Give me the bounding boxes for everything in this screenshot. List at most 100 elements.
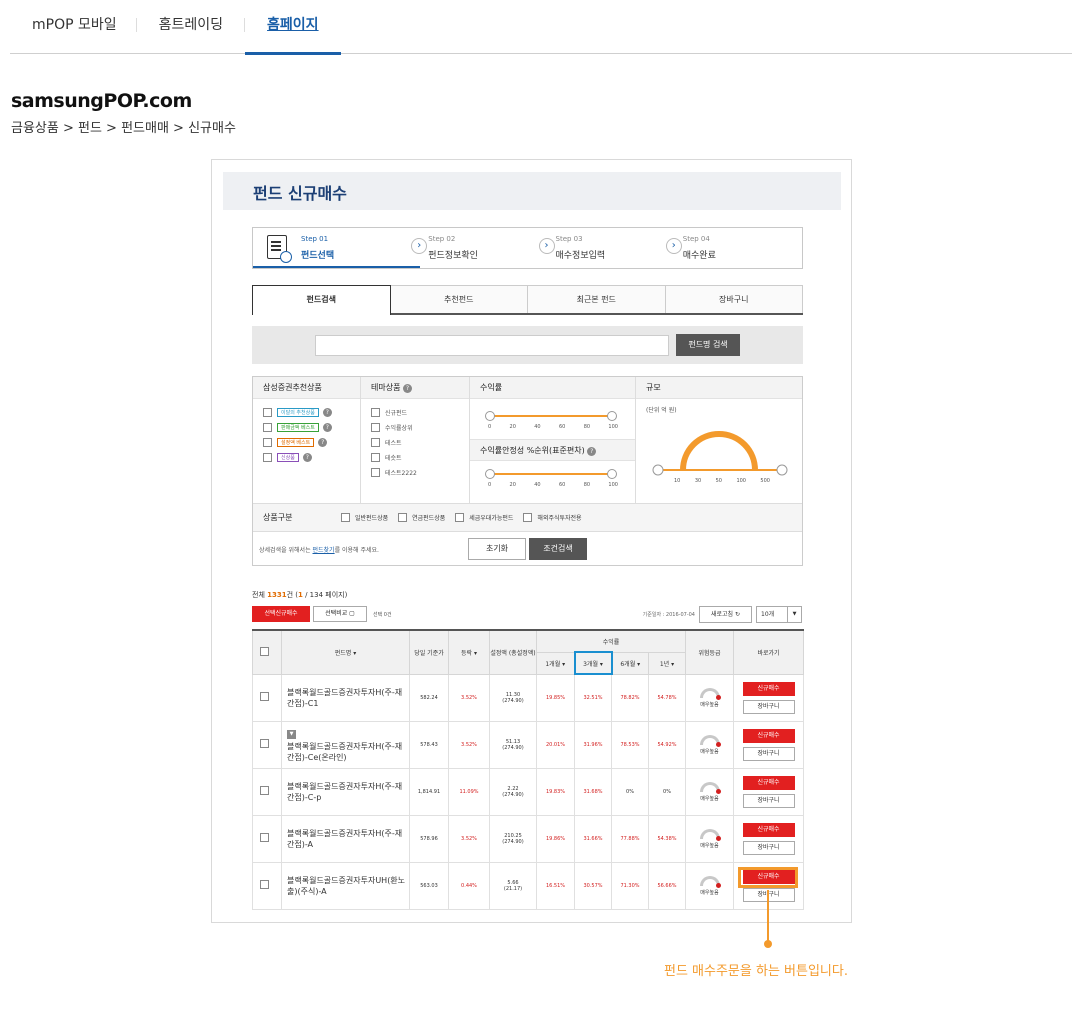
tick-label: 20 [509, 482, 516, 488]
fund-name-link[interactable]: 블랙록월드골드증권자투자UH(환노출)(주식)-A [287, 876, 405, 896]
row-checkbox[interactable] [260, 739, 269, 748]
tab-recent-funds[interactable]: 최근본 펀드 [528, 285, 666, 313]
tab-recommended-funds[interactable]: 추천펀드 [390, 285, 528, 313]
compare-selected-button[interactable]: 선택비교 ▢ [313, 606, 367, 622]
amount-cell: 11.30 (274.90) [489, 673, 537, 722]
stability-slider[interactable]: 0 20 40 60 80 100 [485, 469, 618, 489]
slider-handle-max[interactable] [607, 411, 617, 421]
tab-cart[interactable]: 장바구니 [665, 285, 803, 313]
option-label: 세금우대가능펀드 [469, 515, 514, 522]
product-type-option[interactable]: 해외주식투자전용 [523, 513, 582, 522]
slider-handle-min[interactable] [485, 469, 495, 479]
return-3m-cell: 32.51% [574, 673, 612, 722]
row-checkbox[interactable] [260, 692, 269, 701]
nav-cell: 563.03 [409, 861, 449, 910]
return-6m-cell: 71.30% [611, 861, 649, 910]
checkbox[interactable] [371, 468, 380, 477]
header-1y[interactable]: 1년 ▾ [648, 651, 686, 675]
header-amount[interactable]: 설정액 (총설정액) [489, 629, 537, 675]
checkbox[interactable] [263, 408, 272, 417]
badge-icon: ▼ [287, 729, 296, 739]
help-icon[interactable]: ? [587, 447, 597, 456]
checkbox[interactable] [263, 423, 272, 432]
new-buy-button[interactable]: 신규매수 [742, 681, 795, 696]
size-gauge[interactable] [636, 411, 802, 481]
risk-label: 매우높음 [700, 795, 719, 802]
new-buy-button[interactable]: 신규매수 [742, 728, 795, 743]
checkbox[interactable] [398, 513, 408, 522]
fund-name-search-button[interactable]: 펀드명 검색 [676, 334, 740, 356]
detail-row: 상세검색을 위해서는 펀드찾기를 이용해 주세요. 초기화 조건검색 [253, 531, 802, 565]
add-to-cart-button[interactable]: 장바구니 [742, 699, 795, 714]
row-checkbox[interactable] [260, 880, 269, 889]
slider-handle-min[interactable] [485, 411, 495, 421]
fund-name-input[interactable] [315, 335, 669, 356]
add-to-cart-button[interactable]: 장바구니 [742, 840, 795, 855]
callout-dot [764, 940, 772, 948]
breadcrumb: 금융상품 > 펀드 > 펀드매매 > 신규매수 [11, 121, 236, 136]
header-change[interactable]: 등락 ▾ [448, 629, 490, 675]
new-buy-button[interactable]: 신규매수 [742, 775, 795, 790]
fund-name-link[interactable]: 블랙록월드골드증권자투자H(주-재간접)-C-p [287, 782, 402, 802]
checkbox[interactable] [341, 513, 350, 522]
checkbox[interactable] [523, 513, 533, 522]
amount-total: (21.17) [503, 885, 523, 892]
option-label: 해외주식투자전용 [537, 515, 582, 522]
reset-button[interactable]: 초기화 [468, 538, 526, 560]
help-icon[interactable]: ? [322, 423, 332, 432]
row-checkbox[interactable] [260, 833, 269, 842]
row-checkbox[interactable] [260, 786, 269, 795]
step-4: › Step 04 매수완료 [665, 228, 802, 268]
new-buy-button[interactable]: 신규매수 [742, 822, 795, 837]
refresh-button[interactable]: 새로고침 ↻ [699, 606, 752, 623]
product-type-label: 상품구분 [263, 513, 293, 522]
checkbox[interactable] [455, 513, 465, 522]
filter-item: 설정액 베스트? [253, 435, 360, 450]
amount-total: (274.90) [502, 744, 524, 751]
product-type-row: 상품구분 일반펀드상품 연금펀드상품 세금우대가능펀드 해외주식투자전용 [253, 503, 802, 531]
condition-search-button[interactable]: 조건검색 [529, 538, 587, 560]
return-slider[interactable]: 0 20 40 60 80 100 [485, 411, 618, 431]
product-type-option[interactable]: 연금펀드상품 [398, 513, 445, 522]
risk-cell: 매우높음 [685, 720, 734, 769]
help-icon[interactable]: ? [322, 408, 332, 417]
help-icon[interactable]: ? [302, 453, 312, 462]
checkbox[interactable] [371, 408, 380, 417]
fund-name-link[interactable]: 블랙록월드골드증권자투자H(주-재간접)-C1 [287, 688, 402, 708]
tab-fund-search[interactable]: 펀드검색 [252, 285, 391, 315]
checkbox[interactable] [371, 438, 380, 447]
help-icon[interactable]: ? [403, 384, 412, 393]
product-type-option[interactable]: 일반펀드상품 [341, 513, 388, 522]
fund-name-link[interactable]: 블랙록월드골드증권자투자H(주-재간접)-Ce(온라인) [287, 742, 402, 762]
tab-home-trading[interactable]: 홈트레이딩 [137, 0, 246, 53]
slider-handle-max[interactable] [607, 469, 617, 479]
checkbox[interactable] [263, 438, 272, 447]
tab-homepage[interactable]: 홈페이지 [245, 0, 341, 55]
header-risk: 위험등급 [685, 629, 734, 675]
tab-mpop-mobile[interactable]: mPOP 모바일 [10, 0, 137, 53]
header-1m[interactable]: 1개월 ▾ [536, 651, 575, 675]
checkbox[interactable] [371, 453, 380, 462]
nav-cell: 578.96 [409, 814, 449, 863]
add-to-cart-button[interactable]: 장바구니 [742, 746, 795, 761]
page-size-select[interactable]: 10개 [756, 606, 802, 623]
change-cell: 3.52% [448, 814, 490, 863]
step-number: Step 03 [555, 235, 583, 243]
row-select-cell [252, 861, 282, 910]
buy-selected-button[interactable]: 선택신규매수 [252, 606, 310, 622]
filter-panel: 삼성증권추천상품 이달의 추천상품? 판매금액 베스트? 설정액 베스트? 신상… [252, 376, 803, 566]
help-icon[interactable]: ? [318, 438, 328, 447]
filter-heading-label: 테마상품 [371, 383, 401, 392]
add-to-cart-button[interactable]: 장바구니 [742, 793, 795, 808]
header-6m[interactable]: 6개월 ▾ [611, 651, 649, 675]
product-type-option[interactable]: 세금우대가능펀드 [455, 513, 513, 522]
checkbox[interactable] [263, 453, 272, 462]
fund-finder-link[interactable]: 펀드찾기 [313, 547, 335, 554]
select-all-checkbox[interactable] [260, 646, 269, 656]
header-3m[interactable]: 3개월 ▾ [573, 651, 613, 675]
header-fund-name[interactable]: 펀드명 ▾ [281, 629, 410, 675]
amount-total: (274.90) [502, 838, 524, 845]
fund-name-link[interactable]: 블랙록월드골드증권자투자H(주-재간접)-A [287, 829, 402, 849]
return-6m-cell: 78.53% [611, 720, 649, 769]
checkbox[interactable] [371, 423, 380, 432]
